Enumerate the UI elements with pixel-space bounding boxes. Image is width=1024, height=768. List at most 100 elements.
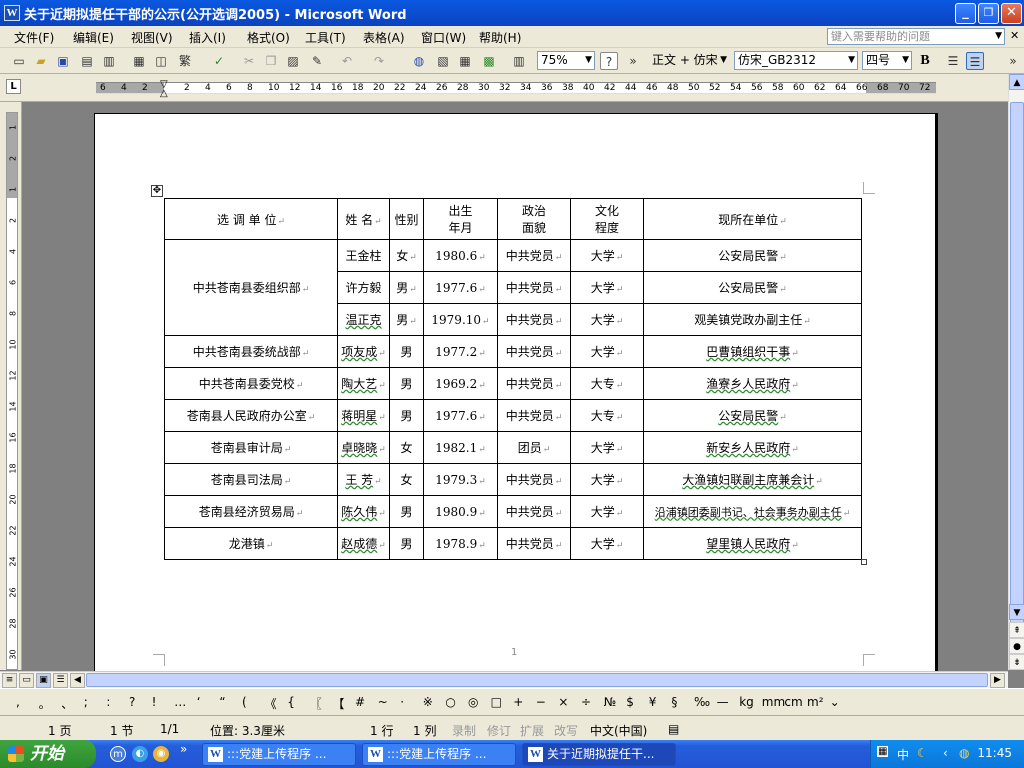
table-cell[interactable]: 王 芳↵ — [337, 463, 390, 496]
scroll-left-icon[interactable]: ◀ — [70, 673, 85, 688]
header-cell[interactable]: 文化 程度 — [570, 198, 644, 240]
table-cell[interactable]: 苍南县经济贸易局↵ — [164, 495, 338, 528]
chevron-down-icon[interactable]: ▼ — [995, 29, 1002, 44]
symbol-button[interactable]: · — [400, 695, 404, 709]
table-cell[interactable]: 中共党员↵ — [497, 367, 571, 400]
quicklaunch-mail-icon[interactable]: m — [110, 746, 126, 762]
spelling-status-icon[interactable]: ▤ — [668, 722, 679, 736]
insert-table-icon[interactable]: ▦ — [456, 52, 474, 70]
cut-icon[interactable]: ✂ — [240, 52, 258, 70]
restore-button[interactable]: ❐ — [978, 3, 999, 24]
print-layout-icon[interactable]: ▣ — [36, 673, 51, 688]
table-cell[interactable]: 沿浦镇团委副书记、社会事务办副主任↵ — [643, 495, 862, 528]
table-cell[interactable]: 大专↵ — [570, 367, 644, 400]
network-icon[interactable]: ◍ — [959, 746, 969, 760]
taskbar-item-active[interactable]: W 关于近期拟提任干... — [522, 743, 676, 766]
symbol-button[interactable]: ‰ — [694, 695, 710, 709]
table-cell[interactable]: 公安局民警↵ — [643, 271, 862, 304]
print-preview-icon[interactable]: ▥ — [100, 52, 118, 70]
symbol-button[interactable]: ‘ — [197, 695, 201, 709]
header-cell[interactable]: 现所在单位↵ — [643, 198, 862, 240]
traditional-chinese-icon[interactable]: 繁 — [176, 52, 194, 70]
header-cell[interactable]: 出生 年月 — [423, 198, 498, 240]
next-page-icon[interactable]: ⇟ — [1009, 654, 1024, 670]
symbol-button[interactable]: − — [536, 695, 546, 709]
symbol-button[interactable]: ○ — [445, 695, 455, 709]
close-button[interactable]: ✕ — [1001, 3, 1022, 24]
table-cell[interactable]: 1969.2↵ — [423, 367, 498, 400]
open-folder-icon[interactable]: ▰ — [32, 52, 50, 70]
tab-selector[interactable]: L — [6, 79, 21, 94]
menu-edit[interactable]: 编辑(E) — [73, 29, 114, 46]
symbol-button[interactable]: ÷ — [581, 695, 591, 709]
symbol-button[interactable]: ⌄ — [830, 695, 840, 709]
ruler-scale[interactable]: 6 4 2 2 4 6 8 10 12 14 16 18 20 22 24 26 28 30 32 34 36 38 40 4… — [96, 82, 936, 94]
symbol-button[interactable]: : — [106, 695, 110, 709]
table-cell[interactable]: 中共党员↵ — [497, 399, 571, 432]
title-bar[interactable]: W 关于近期拟提任干部的公示(公开选调2005) - Microsoft Wor… — [0, 0, 1024, 26]
menu-format[interactable]: 格式(O) — [247, 29, 290, 46]
spelling-icon[interactable]: ✓ — [210, 52, 228, 70]
header-cell[interactable]: 性别 — [389, 198, 424, 240]
font-select[interactable]: 仿宋_GB2312 ▼ — [734, 51, 858, 70]
table-cell[interactable]: 1977.6↵ — [423, 399, 498, 432]
symbol-button[interactable]: “ — [219, 695, 225, 709]
table-cell[interactable]: 赵成德↵ — [337, 527, 390, 560]
symbol-button[interactable]: ! — [152, 695, 157, 709]
web-view-icon[interactable]: ▭ — [19, 673, 34, 688]
new-document-icon[interactable]: ▭ — [10, 52, 28, 70]
menu-file[interactable]: 文件(F) — [14, 29, 54, 46]
table-cell[interactable]: 大专↵ — [570, 399, 644, 432]
help-search-input[interactable]: 键入需要帮助的问题 ▼ — [827, 28, 1005, 45]
vertical-ruler-scale[interactable]: 1 2 1 2 4 6 8 10 12 14 16 18 20 22 24 26 28 30 — [6, 112, 18, 670]
menu-table[interactable]: 表格(A) — [363, 29, 405, 46]
previous-page-icon[interactable]: ⇞ — [1009, 622, 1024, 638]
preview-icon[interactable]: ◫ — [152, 52, 170, 70]
table-cell[interactable]: 温正克 — [337, 303, 390, 336]
justify-icon[interactable]: ☰ — [966, 52, 984, 70]
table-cell[interactable]: 中共苍南县委统战部↵ — [164, 335, 338, 368]
table-cell[interactable]: 中共党员↵ — [497, 463, 571, 496]
header-cell[interactable]: 政治 面貌 — [497, 198, 571, 240]
permission-icon[interactable]: ▤ — [78, 52, 96, 70]
table-cell[interactable]: 大学↵ — [570, 335, 644, 368]
status-track-changes[interactable]: 修订 — [487, 722, 511, 739]
table-cell[interactable]: 1977.6↵ — [423, 271, 498, 304]
table-cell[interactable]: 1980.9↵ — [423, 495, 498, 528]
paste-icon[interactable]: ▨ — [284, 52, 302, 70]
header-cell[interactable]: 选 调 单 位↵ — [164, 198, 338, 240]
tables-borders-icon[interactable]: ▧ — [434, 52, 452, 70]
close-document-button[interactable]: ✕ — [1010, 29, 1019, 42]
chevron-down-icon[interactable]: ▼ — [848, 52, 855, 69]
undo-icon[interactable]: ↶ — [338, 52, 356, 70]
quicklaunch-expand-icon[interactable]: » — [180, 742, 187, 756]
symbol-button[interactable]: ◎ — [468, 695, 478, 709]
table-cell[interactable]: 观美镇党政办副主任↵ — [643, 303, 862, 336]
table-cell[interactable]: 大学↵ — [570, 271, 644, 304]
symbol-button[interactable]: + — [513, 695, 523, 709]
table-cell[interactable]: 巴曹镇组织干事↵ — [643, 335, 862, 368]
horizontal-scrollbar[interactable]: ≡ ▭ ▣ ☰ ◀ ▶ — [0, 671, 1008, 688]
symbol-button[interactable]: 《 — [265, 695, 277, 712]
menu-help[interactable]: 帮助(H) — [479, 29, 521, 46]
moon-icon[interactable]: ☾ — [917, 746, 928, 760]
table-cell[interactable]: 中共苍南县委组织部↵ — [164, 239, 338, 336]
table-cell[interactable]: 中共党员↵ — [497, 527, 571, 560]
symbol-button[interactable]: 、 — [61, 695, 73, 712]
symbol-button[interactable]: 。 — [39, 695, 51, 712]
outline-view-icon[interactable]: ☰ — [53, 673, 68, 688]
table-cell[interactable]: 中共党员↵ — [497, 335, 571, 368]
insert-excel-icon[interactable]: ▩ — [480, 52, 498, 70]
table-cell[interactable]: 女↵ — [389, 239, 424, 272]
symbol-button[interactable]: 【 — [332, 695, 344, 712]
scroll-down-icon[interactable]: ▼ — [1009, 604, 1024, 620]
toolbar-more-icon[interactable]: » — [1004, 52, 1022, 70]
symbol-button[interactable]: ※ — [423, 695, 433, 709]
scroll-up-icon[interactable]: ▲ — [1009, 74, 1024, 90]
symbol-button[interactable]: 〖 — [310, 695, 322, 712]
table-cell[interactable]: 女 — [389, 431, 424, 464]
print-icon[interactable]: ▦ — [130, 52, 148, 70]
symbol-button[interactable]: # — [355, 695, 365, 709]
status-extend[interactable]: 扩展 — [520, 722, 544, 739]
word-app-icon[interactable]: W — [4, 5, 20, 21]
